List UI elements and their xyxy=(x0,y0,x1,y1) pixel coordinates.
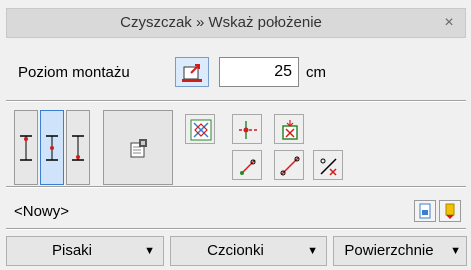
properties-icon xyxy=(130,139,147,158)
copy-page-icon xyxy=(419,203,431,219)
level-unit: cm xyxy=(306,64,326,81)
snap-cross-icon xyxy=(190,119,212,141)
window-title: Czyszczak » Wskaż położenie xyxy=(120,14,322,31)
line-diagonal-button[interactable] xyxy=(274,150,304,180)
close-icon[interactable]: × xyxy=(439,9,459,37)
place-on-axis-button[interactable] xyxy=(274,114,304,144)
chevron-down-icon: ▼ xyxy=(144,245,155,257)
surfaces-dropdown-label: Powierzchnie xyxy=(344,242,434,259)
snap-cross-button[interactable] xyxy=(185,114,215,144)
tag-button[interactable] xyxy=(439,200,461,222)
line-start-icon xyxy=(240,159,256,175)
separator xyxy=(6,186,466,188)
separator xyxy=(6,228,466,230)
anchor-bottom-button[interactable] xyxy=(66,110,90,185)
anchor-bottom-icon xyxy=(72,135,84,161)
title-bar: Czyszczak » Wskaż położenie × xyxy=(6,8,466,38)
anchor-center-button[interactable] xyxy=(40,110,64,185)
surfaces-dropdown[interactable]: Powierzchnie ▼ xyxy=(333,236,467,266)
properties-button[interactable] xyxy=(103,110,173,185)
fonts-dropdown-label: Czcionki xyxy=(207,242,264,259)
place-on-axis-icon xyxy=(282,120,298,140)
anchor-center-icon xyxy=(46,135,58,161)
name-row: <Nowy> xyxy=(6,200,466,224)
line-end-icon xyxy=(320,158,337,176)
line-start-button[interactable] xyxy=(232,150,262,180)
level-label: Poziom montażu xyxy=(18,64,130,81)
pens-dropdown[interactable]: Pisaki ▼ xyxy=(6,236,164,266)
separator xyxy=(6,100,466,102)
insert-point-button[interactable] xyxy=(232,114,262,144)
line-end-button[interactable] xyxy=(313,150,343,180)
anchor-top-button[interactable] xyxy=(14,110,38,185)
level-input[interactable]: 25 xyxy=(219,57,299,87)
pens-dropdown-label: Pisaki xyxy=(51,242,92,259)
line-diagonal-icon xyxy=(280,156,300,176)
fonts-dropdown[interactable]: Czcionki ▼ xyxy=(170,236,327,266)
mounting-level-button[interactable] xyxy=(175,57,209,87)
anchor-top-icon xyxy=(20,135,32,161)
cleanout-placement-panel: Czyszczak » Wskaż położenie × Poziom mon… xyxy=(0,0,471,270)
mounting-level-icon xyxy=(182,64,202,82)
chevron-down-icon: ▼ xyxy=(450,245,461,257)
name-field[interactable]: <Nowy> xyxy=(14,203,69,220)
copy-page-button[interactable] xyxy=(414,200,436,222)
chevron-down-icon: ▼ xyxy=(307,245,318,257)
insert-point-icon xyxy=(239,121,257,139)
tag-icon xyxy=(445,203,455,219)
